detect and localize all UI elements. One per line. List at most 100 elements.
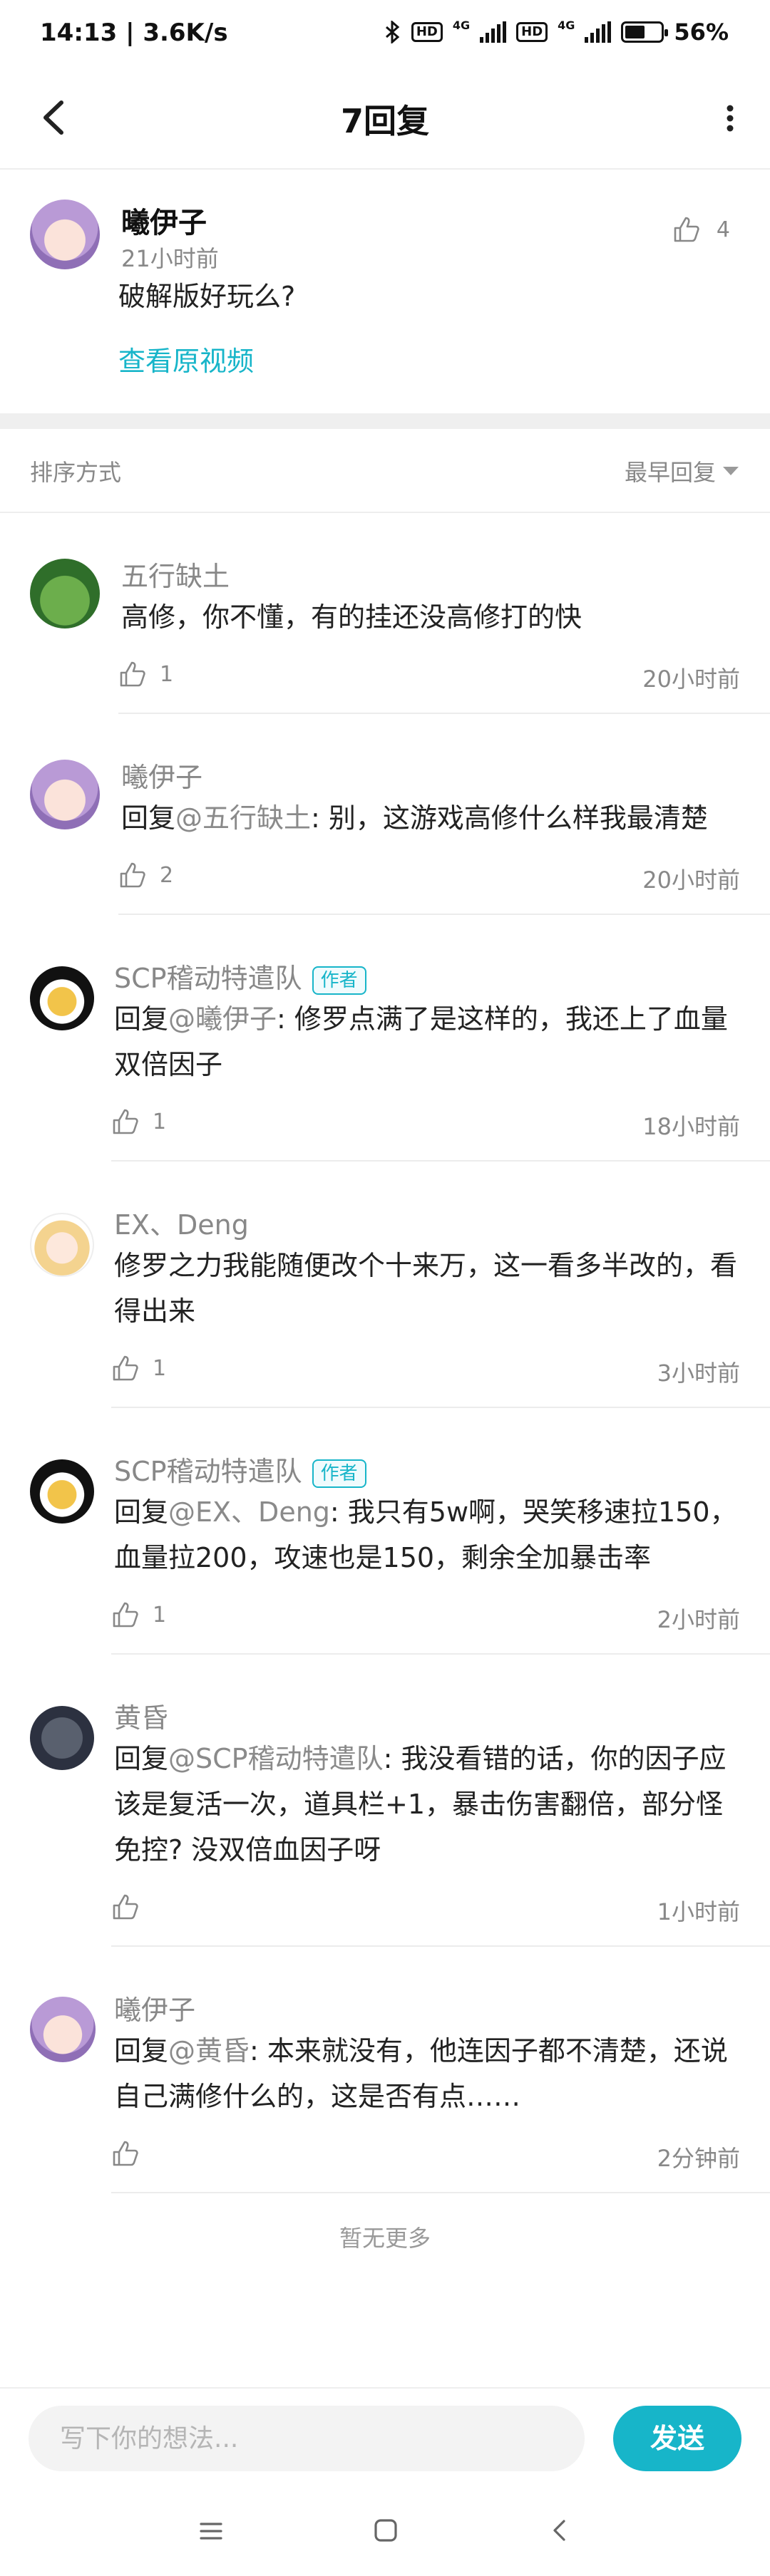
reply-username[interactable]: SCP稽动特遣队 — [114, 1456, 302, 1487]
reply-content: 回复@EX、Deng: 我只有5w啊，哭笑移速拉150，血量拉200，攻速也是1… — [114, 1489, 741, 1581]
avatar[interactable] — [30, 200, 100, 269]
more-options-icon[interactable] — [716, 93, 744, 143]
like-count: 1 — [153, 1109, 167, 1134]
send-button[interactable]: 发送 — [613, 2406, 741, 2471]
bluetooth-icon — [385, 21, 400, 43]
like-count: 2 — [160, 862, 174, 888]
sort-selected: 最早回复 — [624, 459, 716, 486]
like-button[interactable] — [111, 2139, 153, 2168]
reply-time: 2分钟前 — [657, 2145, 740, 2172]
like-button[interactable]: 1 — [111, 1107, 166, 1136]
reply-time: 3小时前 — [657, 1360, 740, 1387]
reply-time: 18小时前 — [642, 1113, 740, 1140]
reply-content: 修罗之力我能随便改个十来万，这一看多半改的，看得出来 — [114, 1250, 738, 1327]
reply-content: 回复@曦伊子: 修罗点满了是这样的，我还上了血量双倍因子 — [114, 996, 741, 1087]
list-item: EX、Deng 修罗之力我能随便改个十来万，这一看多半改的，看得出来 1 3小时… — [0, 1162, 770, 1408]
author-badge: 作者 — [312, 1459, 366, 1488]
sort-label: 排序方式 — [30, 459, 122, 486]
reply-prefix: 回复 — [114, 2035, 169, 2067]
mention-link[interactable]: @黄昏 — [168, 2035, 250, 2067]
mention-link[interactable]: @曦伊子 — [168, 1003, 277, 1035]
thumbs-up-icon — [113, 1894, 138, 1920]
thumbs-up-icon — [113, 1109, 138, 1134]
page-title: 7回复 — [340, 102, 429, 140]
reply-time: 20小时前 — [642, 666, 740, 693]
like-count: 4 — [716, 217, 730, 242]
back-icon[interactable] — [546, 2517, 573, 2544]
hd-icon: HD — [411, 22, 443, 42]
root-content: 破解版好玩么? — [118, 281, 296, 312]
network-label-2: 4G — [558, 19, 575, 32]
thumbs-up-icon — [113, 2141, 138, 2166]
thumbs-up-icon — [674, 217, 699, 242]
avatar[interactable] — [30, 1459, 94, 1524]
reply-prefix: 回复 — [114, 1743, 169, 1774]
avatar[interactable] — [30, 1706, 94, 1770]
battery-percent: 56% — [674, 19, 729, 46]
like-button[interactable]: 2 — [118, 861, 173, 889]
reply-time: 1小时前 — [657, 1898, 740, 1925]
reply-username[interactable]: 曦伊子 — [121, 755, 202, 795]
home-icon[interactable] — [372, 2517, 399, 2544]
like-button[interactable]: 1 — [118, 660, 173, 688]
avatar[interactable] — [30, 1997, 96, 2062]
like-button[interactable]: 1 — [111, 1354, 166, 1382]
reply-username[interactable]: SCP稽动特遣队 — [114, 963, 302, 994]
sort-dropdown[interactable]: 最早回复 — [625, 455, 739, 487]
list-item: 曦伊子 回复@五行缺土: 别，这游戏高修什么样我最清楚 2 20小时前 — [0, 714, 770, 915]
avatar[interactable] — [30, 559, 100, 629]
no-more-text: 暂无更多 — [339, 2225, 431, 2252]
network-label-1: 4G — [452, 19, 471, 32]
reply-content: 回复@五行缺土: 别，这游戏高修什么样我最清楚 — [121, 795, 734, 841]
like-button[interactable] — [111, 1893, 153, 1921]
reply-username[interactable]: EX、Deng — [114, 1203, 249, 1242]
comment-input[interactable] — [29, 2406, 585, 2471]
status-bar: 14:13 | 3.6K/s HD 4G HD 4G 56% — [0, 0, 770, 71]
sort-bar: 排序方式 最早回复 — [0, 429, 770, 513]
signal-icon-2 — [585, 21, 612, 43]
thumbs-up-icon — [120, 862, 145, 888]
section-divider — [0, 413, 770, 429]
system-nav-bar — [0, 2487, 770, 2576]
reply-username[interactable]: 曦伊子 — [114, 1988, 195, 2027]
hd-icon-2: HD — [516, 22, 548, 42]
reply-username[interactable]: 黄昏 — [114, 1696, 168, 1735]
top-header: 7回复 — [0, 71, 770, 170]
root-like-button[interactable]: 4 — [672, 215, 730, 244]
reply-time: 2小时前 — [657, 1606, 740, 1633]
thumbs-up-icon — [120, 661, 145, 687]
reply-content: 回复@黄昏: 本来就没有，他连因子都不清楚，还说自己满修什么的，这是否有点…… — [114, 2028, 741, 2119]
reply-prefix: 回复 — [114, 1003, 169, 1035]
menu-icon[interactable] — [198, 2518, 224, 2544]
reply-content: 高修，你不懂，有的挂还没高修打的快 — [121, 601, 582, 633]
mention-link[interactable]: @SCP稽动特遣队 — [168, 1743, 384, 1774]
root-comment: 曦伊子 21小时前 破解版好玩么? 查看原视频 4 — [0, 168, 770, 413]
comment-composer: 发送 — [0, 2387, 770, 2488]
mention-link[interactable]: @五行缺土 — [175, 802, 311, 834]
like-count: 1 — [153, 1602, 167, 1628]
status-icons: HD 4G HD 4G 56% — [384, 19, 729, 46]
status-time: 14:13 | 3.6K/s — [40, 19, 228, 47]
reply-username-row: SCP稽动特遣队 作者 — [114, 1449, 366, 1489]
like-button[interactable]: 1 — [111, 1600, 166, 1629]
reply-prefix: 回复 — [114, 1496, 169, 1528]
reply-text: : 别，这游戏高修什么样我最清楚 — [311, 802, 708, 834]
list-item: 曦伊子 回复@黄昏: 本来就没有，他连因子都不清楚，还说自己满修什么的，这是否有… — [0, 1947, 770, 2193]
thumbs-up-icon — [113, 1355, 138, 1381]
view-original-video-link[interactable]: 查看原视频 — [118, 339, 254, 378]
root-username[interactable]: 曦伊子 — [121, 200, 207, 241]
battery-icon — [621, 21, 669, 43]
list-item: SCP稽动特遣队 作者 回复@EX、Deng: 我只有5w啊，哭笑移速拉150，血… — [0, 1408, 770, 1655]
divider — [111, 2192, 770, 2193]
reply-username-row: SCP稽动特遣队 作者 — [114, 956, 366, 995]
avatar[interactable] — [30, 1213, 94, 1277]
avatar[interactable] — [30, 760, 100, 829]
avatar[interactable] — [30, 966, 94, 1030]
list-item: SCP稽动特遣队 作者 回复@曦伊子: 修罗点满了是这样的，我还上了血量双倍因子 … — [0, 915, 770, 1162]
reply-username[interactable]: 五行缺土 — [121, 554, 230, 594]
reply-content: 回复@SCP稽动特遣队: 我没看错的话，你的因子应该是复活一次，道具栏+1，暴击… — [114, 1736, 741, 1873]
like-count: 1 — [160, 661, 174, 687]
mention-link[interactable]: @EX、Deng — [168, 1496, 330, 1528]
list-item: 黄昏 回复@SCP稽动特遣队: 我没看错的话，你的因子应该是复活一次，道具栏+1… — [0, 1655, 770, 1947]
list-item: 五行缺土 高修，你不懂，有的挂还没高修打的快 1 20小时前 — [0, 513, 770, 714]
